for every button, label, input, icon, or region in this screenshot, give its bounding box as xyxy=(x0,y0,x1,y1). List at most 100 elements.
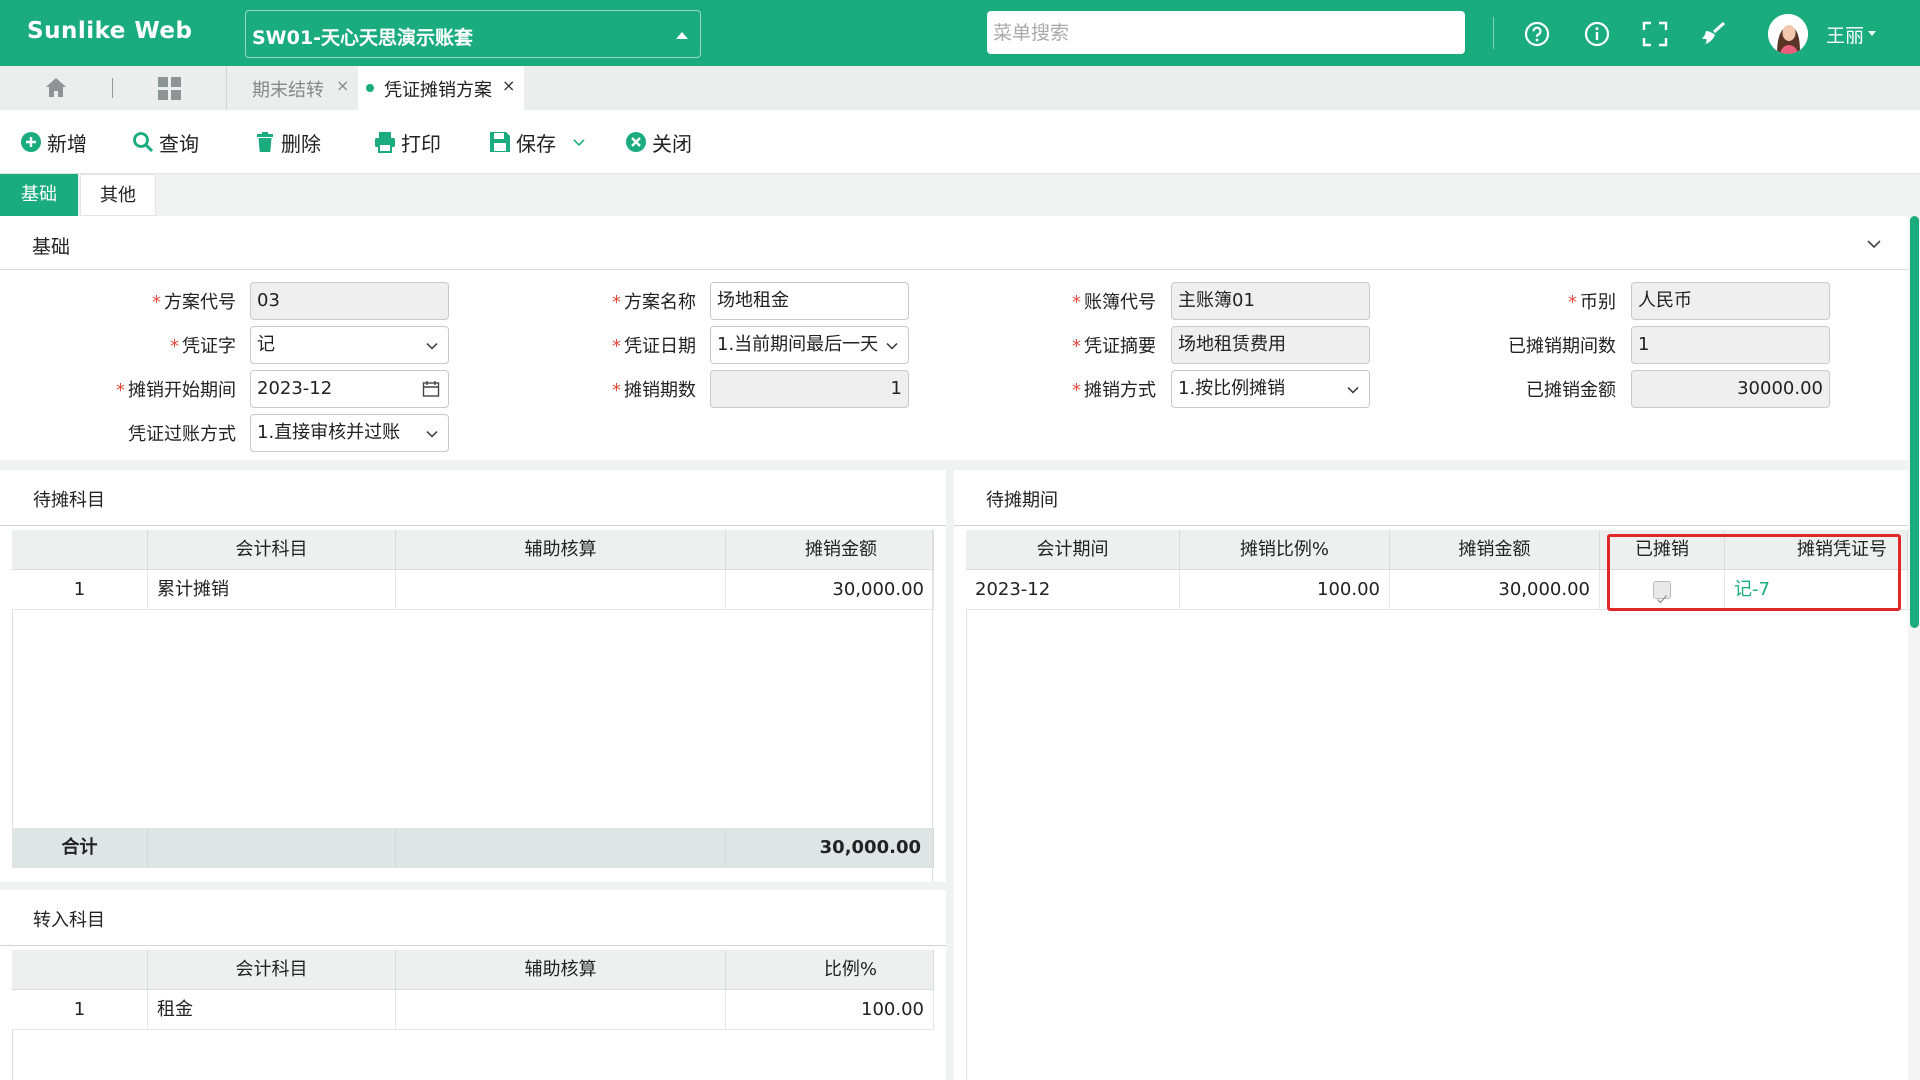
close-button[interactable]: 关闭 xyxy=(625,128,692,156)
tab-period-transfer[interactable]: 期末结转 xyxy=(252,76,324,102)
row-period[interactable]: 2023-12 xyxy=(966,570,1180,610)
add-button[interactable]: 新增 xyxy=(20,128,87,156)
tab-divider xyxy=(226,66,227,110)
voucher-word-select[interactable]: 记 xyxy=(250,326,449,364)
column-header-aux[interactable]: 辅助核算 xyxy=(396,950,726,990)
section-title: 基础 xyxy=(32,236,71,258)
save-button-label: 保存 xyxy=(516,131,556,156)
chevron-down-icon xyxy=(426,430,438,438)
column-header-index xyxy=(12,530,148,570)
panel-divider xyxy=(954,525,1908,526)
posting-select[interactable]: 1.直接审核并过账 xyxy=(250,414,449,452)
row-ratio[interactable]: 100.00 xyxy=(726,990,934,1030)
close-circle-icon xyxy=(626,132,646,152)
scheme-code-field[interactable]: 03 xyxy=(250,282,449,320)
toolbar: 新增 查询 删除 打印 保存 关闭 xyxy=(0,110,1920,174)
start-period-picker[interactable]: 2023-12 xyxy=(250,370,449,408)
panel-title: 待摊科目 xyxy=(33,490,105,511)
caret-down-icon[interactable] xyxy=(1868,31,1876,36)
delete-button[interactable]: 删除 xyxy=(254,128,321,156)
start-period-label: * 摊销开始期间 xyxy=(116,380,236,401)
query-button[interactable]: 查询 xyxy=(132,128,199,156)
add-button-label: 新增 xyxy=(47,131,87,156)
voucher-word-value: 记 xyxy=(257,334,275,355)
trash-icon xyxy=(257,132,273,152)
save-icon xyxy=(490,132,510,152)
column-header-period[interactable]: 会计期间 xyxy=(966,530,1180,570)
total-amount: 30,000.00 xyxy=(726,828,934,868)
row-index: 1 xyxy=(12,990,148,1030)
calendar-icon[interactable] xyxy=(422,380,440,398)
column-header-aux[interactable]: 辅助核算 xyxy=(396,530,726,570)
menu-search-input[interactable] xyxy=(987,11,1465,54)
row-account[interactable]: 累计摊销 xyxy=(148,570,396,610)
tab-close-icon[interactable]: × xyxy=(502,76,515,95)
chevron-down-icon xyxy=(426,342,438,350)
info-icon[interactable] xyxy=(1583,20,1611,48)
total-cell xyxy=(148,828,396,868)
column-header-account[interactable]: 会计科目 xyxy=(148,950,396,990)
printer-icon xyxy=(375,132,395,153)
method-select[interactable]: 1.按比例摊销 xyxy=(1171,370,1370,408)
row-ratio[interactable]: 100.00 xyxy=(1180,570,1390,610)
column-header-index xyxy=(12,950,148,990)
voucher-summary-field[interactable]: 场地租赁费用 xyxy=(1171,326,1370,364)
home-icon[interactable] xyxy=(44,76,68,100)
user-name[interactable]: 王丽 xyxy=(1826,21,1864,48)
voucher-date-label: * 凭证日期 xyxy=(612,336,696,357)
column-header-amount[interactable]: 摊销金额 xyxy=(1390,530,1600,570)
scheme-name-field[interactable]: 场地租金 xyxy=(710,282,909,320)
row-amount[interactable]: 30,000.00 xyxy=(1390,570,1600,610)
chevron-down-icon[interactable] xyxy=(571,134,587,150)
posting-value: 1.直接审核并过账 xyxy=(257,422,401,443)
currency-field[interactable]: 人民币 xyxy=(1631,282,1830,320)
column-header-account[interactable]: 会计科目 xyxy=(148,530,396,570)
row-index: 1 xyxy=(12,570,148,610)
transfer-accounts-panel: 转入科目 会计科目 辅助核算 比例% 1 租金 100.00 xyxy=(0,890,946,1080)
close-button-label: 关闭 xyxy=(652,131,692,156)
clean-icon[interactable] xyxy=(1700,20,1728,48)
row-account[interactable]: 租金 xyxy=(148,990,396,1030)
basic-section-header[interactable]: 基础 xyxy=(0,216,1908,270)
tab-basic[interactable]: 基础 xyxy=(0,174,78,216)
plus-circle-icon xyxy=(21,132,41,152)
row-aux[interactable] xyxy=(396,990,726,1030)
grid-body-border xyxy=(12,610,13,842)
tab-other[interactable]: 其他 xyxy=(80,174,156,216)
user-avatar-icon xyxy=(1768,14,1808,54)
top-bar: Sunlike Web SW01-天心天思演示账套 王丽 xyxy=(0,0,1920,66)
column-header-ratio[interactable]: 比例% xyxy=(726,950,934,990)
amortized-periods-label: 已摊销期间数 xyxy=(1508,336,1616,357)
tab-bar: 期末结转 × 凭证摊销方案 × xyxy=(0,66,1920,110)
column-header-amount[interactable]: 摊销金额 xyxy=(726,530,934,570)
tab-divider xyxy=(112,78,113,98)
tab-voucher-amortization[interactable]: 凭证摊销方案 × xyxy=(358,66,524,110)
highlight-box xyxy=(1607,534,1901,611)
voucher-date-select[interactable]: 1.当前期间最后一天 xyxy=(710,326,909,364)
fullscreen-icon[interactable] xyxy=(1641,20,1669,48)
period-count-field[interactable]: 1 xyxy=(710,370,909,408)
print-button[interactable]: 打印 xyxy=(374,128,441,156)
active-dot-icon xyxy=(366,84,374,92)
voucher-date-value: 1.当前期间最后一天 xyxy=(717,334,879,355)
chevron-down-icon[interactable] xyxy=(1866,236,1882,252)
basic-form: * 方案代号 03 * 方案名称 场地租金 * 账簿代号 主账簿01 * 币别 人民币 … xyxy=(0,270,1908,460)
account-selector[interactable]: SW01-天心天思演示账套 xyxy=(245,10,701,58)
save-button[interactable]: 保存 xyxy=(489,128,587,156)
scrollbar-thumb[interactable] xyxy=(1910,216,1919,628)
method-label: * 摊销方式 xyxy=(1072,380,1156,401)
row-amount[interactable]: 30,000.00 xyxy=(726,570,934,610)
help-icon[interactable] xyxy=(1523,20,1551,48)
avatar[interactable] xyxy=(1768,14,1808,54)
search-icon xyxy=(133,132,154,153)
total-cell xyxy=(396,828,726,868)
grid-body-border xyxy=(12,1030,13,1080)
grid-body-border xyxy=(966,610,967,1080)
apps-grid-icon[interactable] xyxy=(158,77,181,100)
amortized-amount-field: 30000.00 xyxy=(1631,370,1830,408)
tab-close-icon[interactable]: × xyxy=(336,76,349,95)
row-aux[interactable] xyxy=(396,570,726,610)
book-code-field[interactable]: 主账簿01 xyxy=(1171,282,1370,320)
amortized-periods-field: 1 xyxy=(1631,326,1830,364)
column-header-ratio[interactable]: 摊销比例% xyxy=(1180,530,1390,570)
